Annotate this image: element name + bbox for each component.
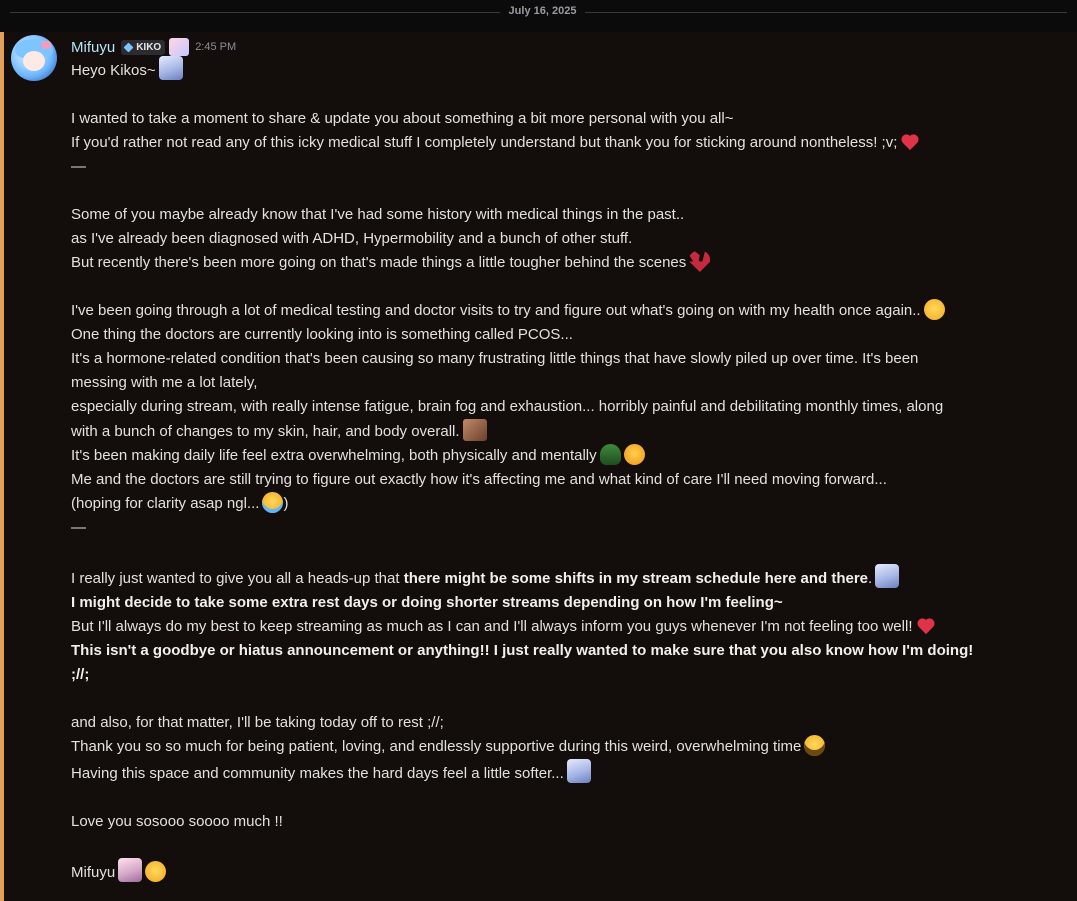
message-line: Love you sosooo soooo much !!: [71, 813, 283, 830]
text: .: [868, 570, 873, 587]
text: Having this space and community makes th…: [71, 765, 564, 782]
avatar-face: [23, 51, 45, 71]
gem-icon: [123, 42, 134, 52]
role-tag[interactable]: KIKO: [121, 39, 166, 55]
red-heart-icon: [900, 132, 920, 152]
text: It's been making daily life feel extra o…: [71, 447, 597, 464]
text: If you'd rather not read any of this ick…: [71, 134, 898, 151]
holding-back-tears-icon: [923, 299, 945, 320]
broken-heart-icon: [689, 251, 711, 272]
message-line: especially during stream, with really in…: [71, 398, 944, 415]
message-line: If you'd rather not read any of this ick…: [71, 131, 1071, 155]
message-line: This isn't a goodbye or hiatus announcem…: [71, 639, 1071, 663]
text: I've been going through a lot of medical…: [71, 302, 921, 319]
text: Mifuyu: [71, 864, 116, 881]
separator-dash: —: [71, 158, 86, 175]
message-line: I might decide to take some extra rest d…: [71, 591, 1071, 615]
message-line: Having this space and community makes th…: [71, 759, 1071, 786]
message-line: Thank you so so much for being patient, …: [71, 735, 1071, 759]
message-line: Some of you maybe already know that I've…: [71, 206, 685, 223]
date-divider-label: July 16, 2025: [508, 5, 577, 17]
custom-skin-icon: [462, 419, 487, 441]
message-header: Mifuyu KIKO 2:45 PM: [71, 38, 236, 56]
message-line: I really just wanted to give you all a h…: [71, 564, 1071, 591]
custom-sticker-icon: [158, 56, 183, 80]
message-line: (hoping for clarity asap ngl...): [71, 492, 1071, 516]
text: I really just wanted to give you all a h…: [71, 570, 404, 587]
text: But I'll always do my best to keep strea…: [71, 618, 913, 635]
custom-sticker-icon: [118, 858, 143, 882]
text: But recently there's been more going on …: [71, 254, 687, 271]
text: Heyo Kikos~: [71, 62, 156, 79]
role-tag-label: KIKO: [136, 41, 162, 53]
message-line: with a bunch of changes to my skin, hair…: [71, 419, 1071, 444]
message-line: It's been making daily life feel extra o…: [71, 444, 1071, 468]
message-line: as I've already been diagnosed with ADHD…: [71, 230, 633, 247]
message-line: I wanted to take a moment to share & upd…: [71, 110, 734, 127]
red-heart-icon: [916, 616, 936, 636]
text: (hoping for clarity asap ngl...: [71, 495, 260, 512]
loudly-crying-icon: [262, 492, 284, 513]
message-line: I've been going through a lot of medical…: [71, 299, 1071, 323]
nerd-face-icon: [804, 735, 826, 756]
text: Thank you so so much for being patient, …: [71, 738, 802, 755]
message-line: Heyo Kikos~: [71, 56, 1071, 83]
bold-text: This isn't a goodbye or hiatus announcem…: [71, 642, 974, 659]
divider-line-left: [10, 12, 500, 13]
separator-dash: —: [71, 519, 86, 536]
dizzy-face-icon: [623, 444, 645, 465]
divider-line-right: [585, 12, 1067, 13]
avatar[interactable]: [11, 35, 57, 81]
message-line: messing with me a lot lately,: [71, 374, 258, 391]
message-line: and also, for that matter, I'll be takin…: [71, 714, 444, 731]
message-line: Mifuyu: [71, 858, 1071, 885]
message-line: But recently there's been more going on …: [71, 251, 1071, 275]
message-content: Heyo Kikos~ I wanted to take a moment to…: [71, 56, 1071, 885]
custom-sticker-icon: [566, 759, 591, 783]
avatar-bow: [41, 41, 51, 49]
text: with a bunch of changes to my skin, hair…: [71, 423, 460, 440]
message-line: But I'll always do my best to keep strea…: [71, 615, 1071, 639]
chat-message: Mifuyu KIKO 2:45 PM Heyo Kikos~ I wanted…: [0, 32, 1077, 901]
bold-text: I might decide to take some extra rest d…: [71, 594, 783, 611]
message-line: One thing the doctors are currently look…: [71, 326, 573, 343]
date-divider: July 16, 2025: [0, 0, 1077, 32]
author-name[interactable]: Mifuyu: [71, 39, 115, 56]
custom-avatar-emoji-icon: [169, 38, 190, 56]
bold-text: there might be some shifts in my stream …: [403, 570, 869, 587]
message-line: Me and the doctors are still trying to f…: [71, 471, 887, 488]
turtle-icon: [599, 444, 621, 465]
pleading-face-icon: [145, 861, 167, 882]
message-line: ;//;: [71, 663, 1071, 687]
custom-sticker-icon: [875, 564, 900, 588]
text: ): [283, 495, 289, 512]
message-line: It's a hormone-related condition that's …: [71, 350, 919, 367]
bold-text: ;//;: [71, 666, 90, 683]
message-timestamp[interactable]: 2:45 PM: [195, 41, 236, 53]
